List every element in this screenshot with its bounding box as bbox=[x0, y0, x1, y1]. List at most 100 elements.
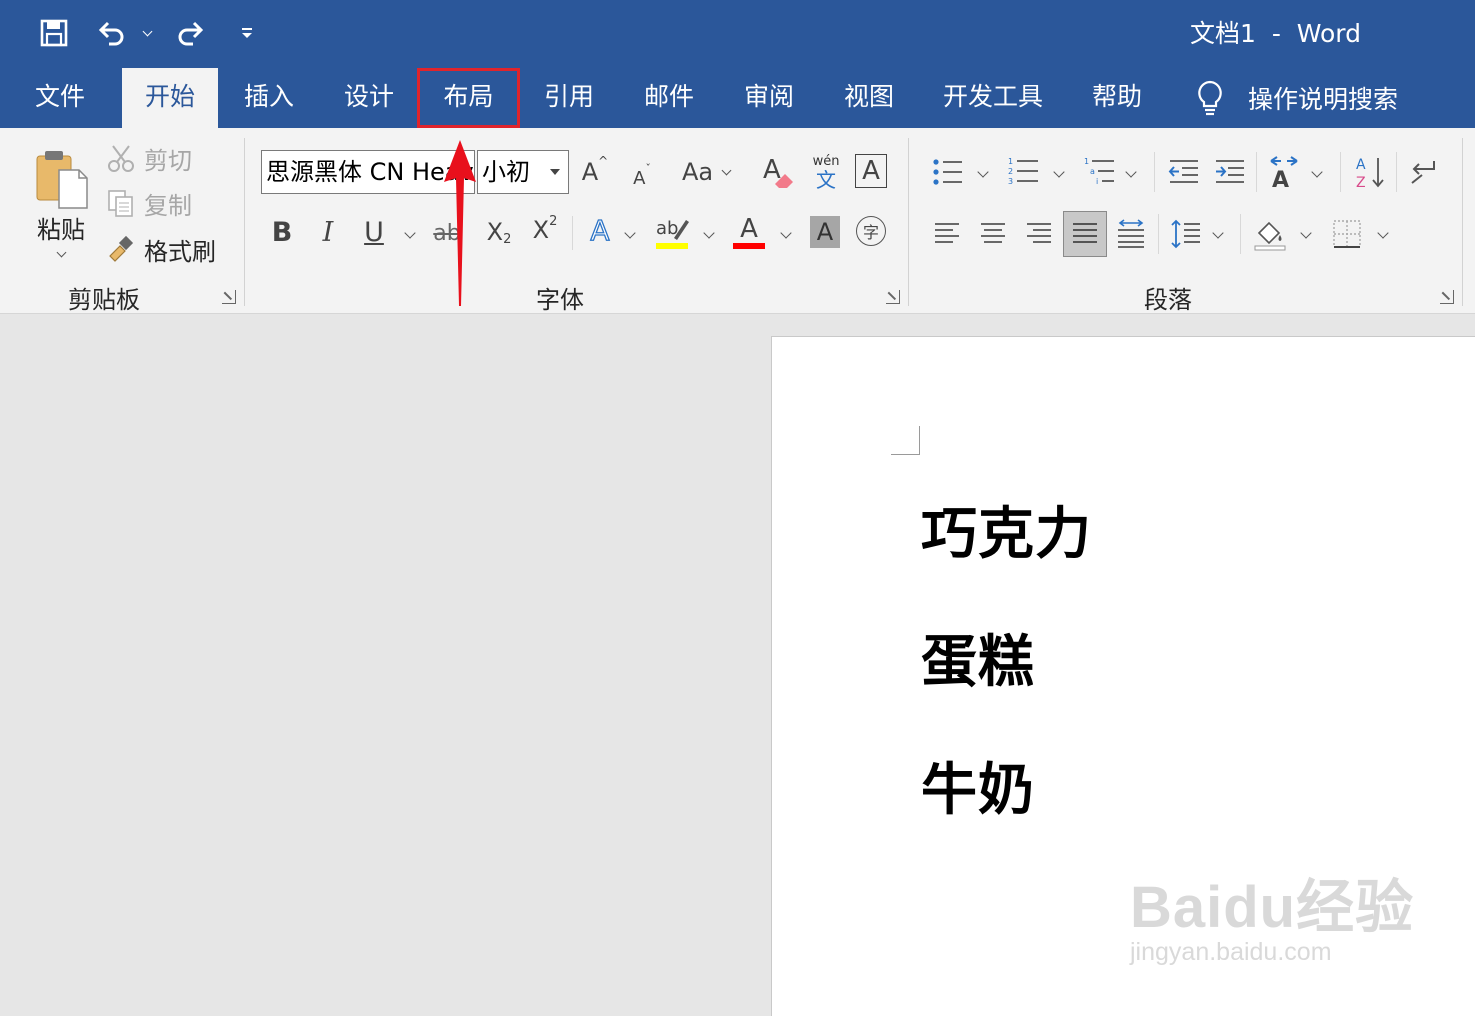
change-case-button[interactable]: Aa bbox=[676, 154, 736, 190]
line-spacing-button[interactable] bbox=[1168, 214, 1204, 254]
tab-layout[interactable]: 布局 bbox=[417, 68, 520, 128]
tab-insert[interactable]: 插入 bbox=[226, 68, 312, 128]
format-painter-button[interactable]: 格式刷 bbox=[106, 231, 216, 267]
undo-icon[interactable] bbox=[94, 14, 130, 52]
bullets-button[interactable] bbox=[930, 154, 966, 190]
tell-me-label: 操作说明搜索 bbox=[1248, 85, 1399, 114]
document-paragraph[interactable]: 巧克力 bbox=[921, 489, 1092, 570]
tab-developer[interactable]: 开发工具 bbox=[936, 68, 1050, 128]
document-paragraph[interactable]: 牛奶 bbox=[921, 745, 1035, 826]
chinese-layout-button[interactable]: A bbox=[1266, 152, 1302, 192]
tab-review[interactable]: 审阅 bbox=[726, 68, 812, 128]
collapse-icon bbox=[1411, 161, 1435, 184]
align-right-button[interactable] bbox=[1022, 216, 1056, 252]
show-marks-button[interactable] bbox=[1406, 154, 1442, 190]
decrease-indent-button[interactable] bbox=[1166, 154, 1202, 190]
italic-button[interactable]: I bbox=[314, 214, 342, 250]
margin-corner-mark bbox=[891, 426, 920, 455]
group-separator bbox=[908, 138, 909, 306]
clipboard-group-label: 剪贴板 bbox=[68, 286, 140, 314]
tab-mailings[interactable]: 邮件 bbox=[626, 68, 712, 128]
enclose-characters-button[interactable]: 字 bbox=[856, 216, 886, 246]
shrink-font-button[interactable]: Aˇ bbox=[628, 158, 656, 190]
lightbulb-icon bbox=[1198, 80, 1222, 116]
document-paragraph[interactable]: 蛋糕 bbox=[921, 617, 1035, 698]
underline-button[interactable]: U bbox=[360, 214, 388, 250]
undo-dropdown-icon[interactable] bbox=[138, 14, 156, 52]
borders-button[interactable] bbox=[1330, 216, 1364, 252]
increase-indent-button[interactable] bbox=[1212, 154, 1248, 190]
multilevel-list-icon: 1ai bbox=[1084, 157, 1114, 186]
redo-icon[interactable] bbox=[172, 14, 208, 52]
svg-text:Z: Z bbox=[1356, 175, 1366, 190]
eraser-icon: A bbox=[763, 155, 793, 188]
paragraph-group-label: 段落 bbox=[1144, 286, 1192, 314]
paragraph-divider bbox=[1256, 152, 1257, 192]
grow-font-button[interactable]: A ^ bbox=[580, 154, 610, 190]
window-title: 文档1 - Word bbox=[1190, 19, 1361, 48]
save-icon[interactable] bbox=[36, 14, 72, 52]
underline-dropdown-icon[interactable] bbox=[404, 227, 416, 239]
distributed-button[interactable] bbox=[1114, 214, 1148, 254]
text-effects-dropdown-icon[interactable] bbox=[624, 227, 636, 239]
paragraph-launcher-icon[interactable] bbox=[1440, 290, 1454, 304]
customize-qat-icon[interactable] bbox=[236, 14, 258, 52]
font-color-button[interactable]: A bbox=[732, 212, 766, 252]
watermark-main: Baidu经验 bbox=[1130, 875, 1415, 940]
superscript-button[interactable]: X2 bbox=[528, 212, 562, 248]
multilevel-list-button[interactable]: 1ai bbox=[1082, 154, 1118, 190]
font-divider bbox=[572, 216, 573, 250]
cut-button[interactable]: 剪切 bbox=[106, 140, 192, 176]
font-launcher-icon[interactable] bbox=[886, 290, 900, 304]
sort-button[interactable]: AZ bbox=[1352, 152, 1388, 192]
align-left-button[interactable] bbox=[930, 216, 964, 252]
shading-button[interactable] bbox=[1252, 214, 1288, 254]
paragraph-divider bbox=[1154, 152, 1155, 192]
tab-view[interactable]: 视图 bbox=[826, 68, 912, 128]
paint-bucket-icon bbox=[1254, 221, 1286, 251]
chinese-layout-dropdown-icon[interactable] bbox=[1311, 166, 1323, 178]
character-shading-button[interactable]: A bbox=[810, 216, 840, 248]
font-group-label: 字体 bbox=[536, 286, 584, 314]
tab-design[interactable]: 设计 bbox=[326, 68, 412, 128]
font-color-dropdown-icon[interactable] bbox=[780, 227, 792, 239]
tab-file[interactable]: 文件 bbox=[18, 68, 102, 128]
tab-references[interactable]: 引用 bbox=[526, 68, 612, 128]
text-effects-button[interactable]: A bbox=[585, 212, 615, 248]
tell-me-search[interactable]: 操作说明搜索 bbox=[1196, 68, 1398, 128]
character-border-button[interactable]: A bbox=[855, 154, 887, 188]
paste-button[interactable]: 粘贴 bbox=[28, 142, 94, 262]
align-right-icon bbox=[1027, 223, 1051, 243]
ribbon-tabs: 文件 开始 插入 设计 布局 引用 邮件 审阅 视图 开发工具 帮助 操作说明搜… bbox=[0, 64, 1475, 128]
clipboard-launcher-icon[interactable] bbox=[222, 290, 236, 304]
numbering-button[interactable]: 123 bbox=[1006, 154, 1042, 190]
numbering-dropdown-icon[interactable] bbox=[1053, 166, 1065, 178]
highlight-color-button[interactable]: ab bbox=[654, 212, 690, 252]
clear-formatting-button[interactable]: A bbox=[760, 152, 796, 192]
borders-dropdown-icon[interactable] bbox=[1377, 227, 1389, 239]
svg-text:ab: ab bbox=[656, 218, 678, 239]
tab-home[interactable]: 开始 bbox=[122, 68, 218, 128]
phonetic-guide-button[interactable]: wén 文 bbox=[806, 152, 846, 194]
bold-button[interactable]: B bbox=[268, 214, 296, 250]
tab-help[interactable]: 帮助 bbox=[1074, 68, 1160, 128]
baidu-watermark: Baidu经验 jingyan.baidu.com bbox=[1130, 860, 1414, 967]
svg-text:i: i bbox=[1096, 177, 1098, 186]
font-size-box[interactable]: 小初 bbox=[477, 150, 569, 194]
multilevel-list-dropdown-icon[interactable] bbox=[1125, 166, 1137, 178]
align-center-button[interactable] bbox=[976, 216, 1010, 252]
highlight-dropdown-icon[interactable] bbox=[703, 227, 715, 239]
shading-dropdown-icon[interactable] bbox=[1300, 227, 1312, 239]
paragraph-divider bbox=[1396, 152, 1397, 192]
paragraph-divider bbox=[1158, 214, 1159, 254]
line-spacing-dropdown-icon[interactable] bbox=[1212, 227, 1224, 239]
subscript-button[interactable]: X2 bbox=[482, 214, 516, 250]
ribbon: 粘贴 剪切 复制 格式刷 剪贴板 思源黑体 CN Heavy 小初 A ^ Aˇ … bbox=[0, 128, 1475, 314]
align-center-icon bbox=[981, 223, 1005, 243]
copy-label: 复制 bbox=[144, 191, 192, 220]
justify-button[interactable] bbox=[1063, 211, 1107, 257]
sort-icon: AZ bbox=[1356, 157, 1384, 190]
svg-text:2: 2 bbox=[1008, 167, 1013, 176]
copy-button[interactable]: 复制 bbox=[106, 185, 192, 221]
bullets-dropdown-icon[interactable] bbox=[977, 166, 989, 178]
